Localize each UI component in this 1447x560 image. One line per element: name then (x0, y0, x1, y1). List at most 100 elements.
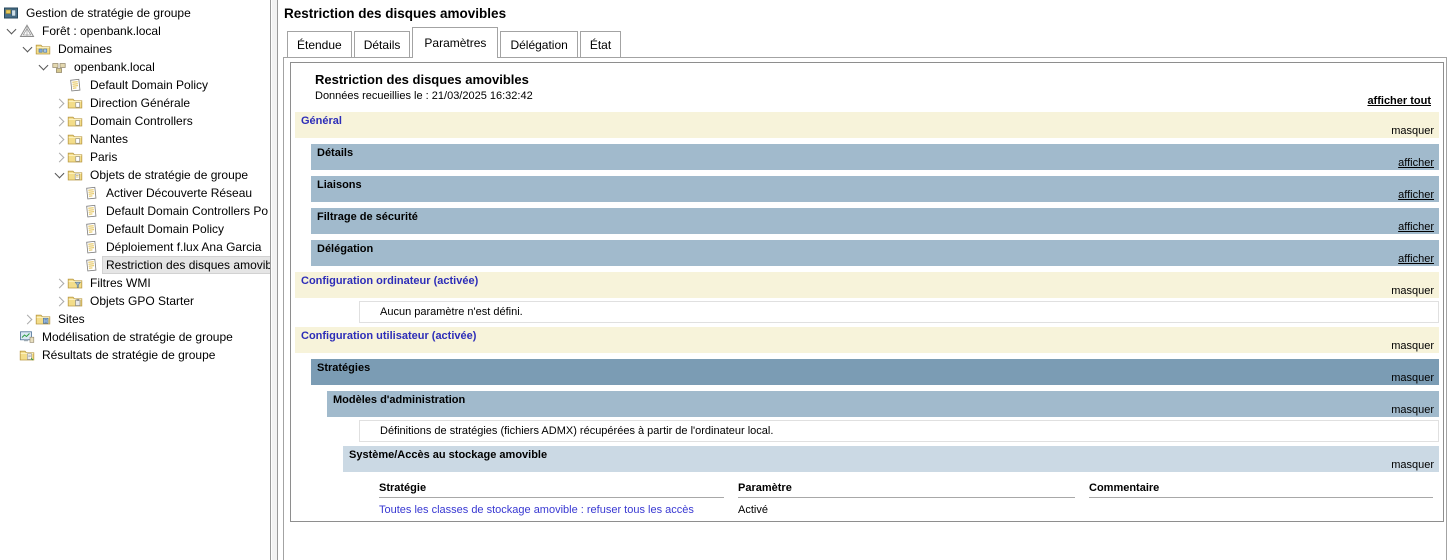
tree-item-label: Sites (55, 311, 88, 327)
section-delegation: Délégation afficher (311, 240, 1439, 266)
tree-item-label: Paris (87, 149, 120, 165)
report-collected-date: Données recueillies le : 21/03/2025 16:3… (315, 90, 1439, 102)
tree-item-domain-openbank[interactable]: openbank.local (0, 58, 270, 76)
column-header-commentaire: Commentaire (1089, 478, 1433, 498)
section-toggle-link[interactable]: afficher (1398, 253, 1434, 265)
ou-folder-icon (67, 131, 83, 147)
chevron-expanded-icon[interactable] (51, 173, 67, 177)
chevron-collapsed-icon[interactable] (51, 154, 67, 161)
tree-item-label: Domaines (55, 41, 115, 57)
show-all-link[interactable]: afficher tout (1367, 95, 1431, 107)
chevron-collapsed-icon[interactable] (19, 316, 35, 323)
section-toggle-link[interactable]: masquer (1391, 125, 1434, 137)
section-toggle-link[interactable]: afficher (1398, 157, 1434, 169)
pane-splitter[interactable] (272, 0, 278, 560)
tab-parametres[interactable]: Paramètres (412, 27, 498, 58)
domains-folder-icon (35, 41, 51, 57)
tree-item-gpo-deploiement-flux[interactable]: Déploiement f.lux Ana Garcia (0, 238, 270, 256)
gpo-icon (83, 185, 99, 201)
section-title: Configuration ordinateur (activée) (301, 275, 478, 287)
tab-details[interactable]: Détails (354, 31, 411, 57)
admx-definitions-note: Définitions de stratégies (fichiers ADMX… (359, 420, 1439, 442)
section-configuration-ordinateur: Configuration ordinateur (activée) masqu… (295, 272, 1439, 298)
tree-item-gpo-restriction-disques[interactable]: Restriction des disques amovib (0, 256, 270, 274)
tree-item-ou-paris[interactable]: Paris (0, 148, 270, 166)
tree-item-resultats[interactable]: Résultats de stratégie de groupe (0, 346, 270, 364)
tree-item-ou-nantes[interactable]: Nantes (0, 130, 270, 148)
section-title: Système/Accès au stockage amovible (349, 449, 547, 461)
tree-item-ou-domain-controllers[interactable]: Domain Controllers (0, 112, 270, 130)
tab-etendue[interactable]: Étendue (287, 31, 352, 57)
ou-folder-icon (67, 113, 83, 129)
section-general: Général masquer (295, 112, 1439, 138)
gpmc-root-icon (3, 5, 19, 21)
report-title: Restriction des disques amovibles (315, 72, 1439, 87)
gpo-settings-report: Restriction des disques amovibles Donnée… (290, 62, 1444, 522)
chevron-collapsed-icon[interactable] (51, 136, 67, 143)
chevron-collapsed-icon[interactable] (51, 298, 67, 305)
section-systeme-stockage-amovible: Système/Accès au stockage amovible masqu… (343, 446, 1439, 472)
tree-item-label: Default Domain Policy (87, 77, 211, 93)
chevron-collapsed-icon[interactable] (51, 100, 67, 107)
section-toggle-link[interactable]: masquer (1391, 404, 1434, 416)
tree-item-label: Activer Découverte Réseau (103, 185, 255, 201)
tree-item-gpo-default-domain-policy[interactable]: Default Domain Policy (0, 220, 270, 238)
section-toggle-link[interactable]: masquer (1391, 459, 1434, 471)
section-toggle-link[interactable]: masquer (1391, 340, 1434, 352)
tree-item-domaines[interactable]: Domaines (0, 40, 270, 58)
tree-item-gpmc-root[interactable]: Gestion de stratégie de groupe (0, 4, 270, 22)
tree-item-label: Direction Générale (87, 95, 193, 111)
tree-item-gpo-activer-decouverte[interactable]: Activer Découverte Réseau (0, 184, 270, 202)
gpo-folder-icon (67, 167, 83, 183)
column-header-strategie: Stratégie (379, 478, 724, 498)
forest-icon (19, 23, 35, 39)
gpmc-window: Gestion de stratégie de groupe Forêt : o… (0, 0, 1447, 560)
modeling-icon (19, 329, 35, 345)
gpo-icon (67, 77, 83, 93)
chevron-expanded-icon[interactable] (3, 29, 19, 33)
results-folder-icon (19, 347, 35, 363)
section-modeles-administration: Modèles d'administration masquer (327, 391, 1439, 417)
tree-item-label: Gestion de stratégie de groupe (23, 5, 194, 21)
wmi-filter-folder-icon (67, 275, 83, 291)
tree-item-filtres-wmi[interactable]: Filtres WMI (0, 274, 270, 292)
gpo-icon (83, 203, 99, 219)
tree-item-sites[interactable]: Sites (0, 310, 270, 328)
section-title: Liaisons (317, 179, 362, 191)
tree-item-label: Nantes (87, 131, 131, 147)
tree-item-modelisation[interactable]: Modélisation de stratégie de groupe (0, 328, 270, 346)
settings-table: Stratégie Paramètre Commentaire Toutes l… (359, 478, 1439, 516)
tab-delegation[interactable]: Délégation (500, 31, 577, 57)
column-header-parametre: Paramètre (738, 478, 1075, 498)
chevron-collapsed-icon[interactable] (51, 118, 67, 125)
chevron-expanded-icon[interactable] (19, 47, 35, 51)
section-title: Filtrage de sécurité (317, 211, 418, 223)
content-pane-title: Restriction des disques amovibles (284, 6, 506, 21)
table-header-row: Stratégie Paramètre Commentaire (359, 478, 1439, 498)
tree-item-label: Objets de stratégie de groupe (87, 167, 251, 183)
chevron-expanded-icon[interactable] (35, 65, 51, 69)
tree-item-gpo-starter[interactable]: Objets GPO Starter (0, 292, 270, 310)
tree-item-label: Forêt : openbank.local (39, 23, 164, 39)
tree-item-ou-direction-generale[interactable]: Direction Générale (0, 94, 270, 112)
section-title: Configuration utilisateur (activée) (301, 330, 476, 342)
section-toggle-link[interactable]: afficher (1398, 189, 1434, 201)
policy-comment-value (1089, 498, 1433, 516)
section-title: Modèles d'administration (333, 394, 465, 406)
tree-item-label: Restriction des disques amovib (103, 257, 271, 273)
policy-link[interactable]: Toutes les classes de stockage amovible … (379, 498, 724, 516)
tab-etat[interactable]: État (580, 31, 621, 57)
section-title: Stratégies (317, 362, 370, 374)
tree-item-gpo-default-dc-policy[interactable]: Default Domain Controllers Po (0, 202, 270, 220)
section-toggle-link[interactable]: afficher (1398, 221, 1434, 233)
section-configuration-utilisateur: Configuration utilisateur (activée) masq… (295, 327, 1439, 353)
section-toggle-link[interactable]: masquer (1391, 285, 1434, 297)
tree-item-forest[interactable]: Forêt : openbank.local (0, 22, 270, 40)
section-toggle-link[interactable]: masquer (1391, 372, 1434, 384)
tree-item-default-domain-policy-link[interactable]: Default Domain Policy (0, 76, 270, 94)
chevron-collapsed-icon[interactable] (51, 280, 67, 287)
tree-item-label: Modélisation de stratégie de groupe (39, 329, 236, 345)
tree-item-label: Default Domain Controllers Po (103, 203, 271, 219)
tree-item-gpo-container[interactable]: Objets de stratégie de groupe (0, 166, 270, 184)
table-row: Toutes les classes de stockage amovible … (359, 498, 1439, 516)
